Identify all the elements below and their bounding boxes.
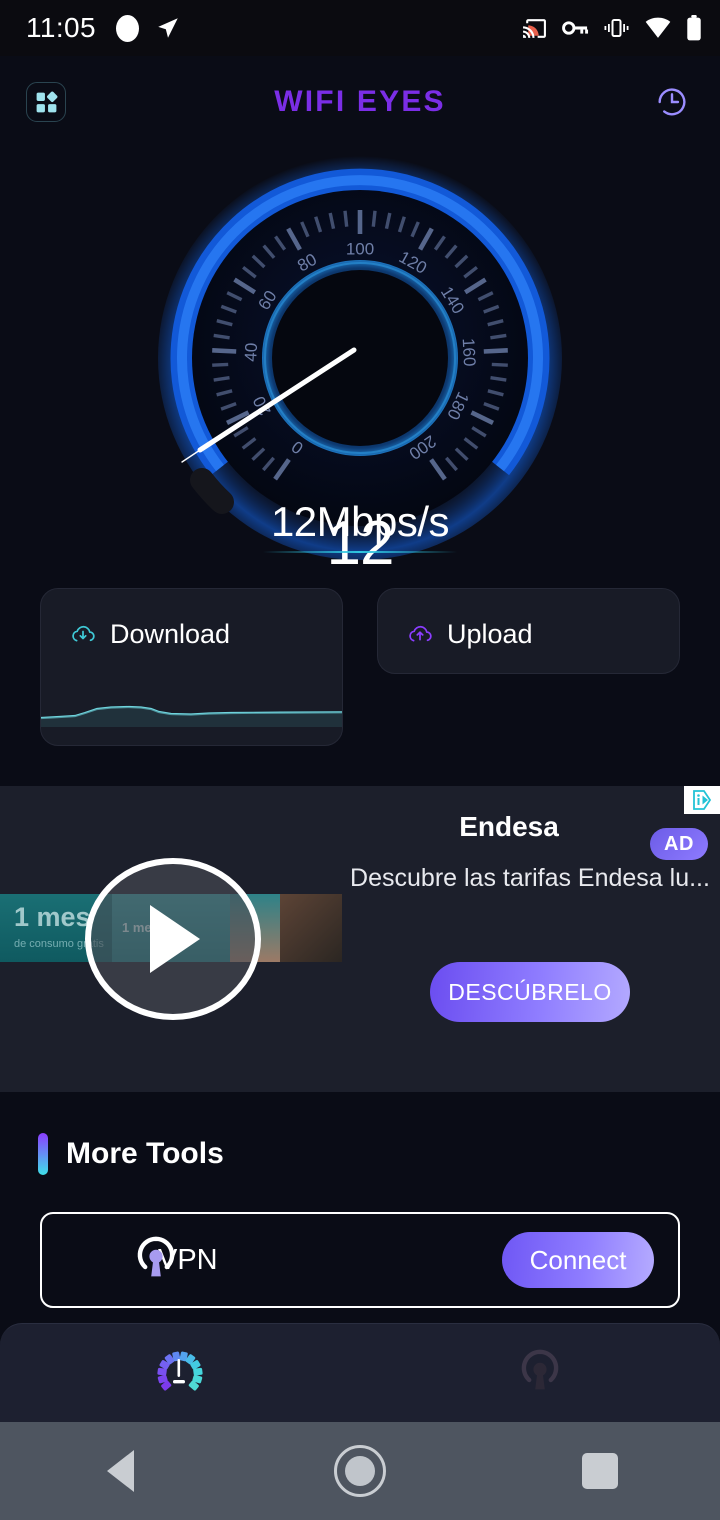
- android-navigation-bar: [0, 1422, 720, 1520]
- upload-label: Upload: [447, 619, 533, 649]
- more-tools-title: More Tools: [66, 1137, 224, 1170]
- nav-tab-speedtest[interactable]: [0, 1324, 360, 1422]
- bottom-navigation-bar: [0, 1323, 720, 1422]
- recents-button[interactable]: [480, 1453, 720, 1489]
- wifi-icon: [645, 17, 671, 38]
- app-bar: WIFI EYES: [0, 56, 720, 148]
- vpn-key-icon: [562, 21, 589, 35]
- svg-text:160: 160: [459, 338, 479, 367]
- cloud-upload-icon: [409, 625, 432, 641]
- gauge-unit-text: 12Mbps/s: [270, 498, 450, 545]
- status-bar-left-icons: [116, 14, 181, 42]
- cloud-download-icon: [72, 625, 95, 641]
- home-button[interactable]: [240, 1445, 480, 1497]
- more-tools-header: More Tools: [38, 1133, 224, 1175]
- svg-text:100: 100: [346, 239, 374, 258]
- openvpn-shield-icon: [521, 1349, 559, 1390]
- speed-cards-row: Download Upload: [0, 588, 720, 758]
- app-screen: 11:05 WIFI EYES 0 20 40 60 80 100 120 14…: [0, 0, 720, 1520]
- ad-thumb-headline: 1 mes: [14, 902, 91, 932]
- ad-advertiser-name: Endesa: [459, 811, 559, 842]
- download-label: Download: [110, 619, 231, 649]
- adchoices-icon[interactable]: [684, 786, 720, 814]
- battery-icon: [687, 15, 701, 41]
- gauge-unit-underline: [263, 551, 457, 553]
- back-button[interactable]: [0, 1450, 240, 1492]
- download-card[interactable]: Download: [40, 588, 343, 746]
- navigation-arrow-icon: [158, 18, 178, 38]
- status-bar-clock: 11:05: [26, 12, 96, 43]
- vibrate-icon: [604, 19, 629, 37]
- section-accent-bar: [38, 1133, 48, 1175]
- ad-text-column: AD Endesa Descubre las tarifas Endesa lu…: [344, 786, 720, 1092]
- upload-card[interactable]: Upload: [377, 588, 680, 674]
- openvpn-shield-icon: [137, 1236, 175, 1277]
- status-bar: 11:05: [0, 0, 720, 56]
- play-button-icon[interactable]: [85, 858, 261, 1020]
- page-title: WIFI EYES: [274, 85, 446, 118]
- ad-cta-button[interactable]: DESCÚBRELO: [430, 962, 630, 1022]
- nav-tab-vpn[interactable]: [360, 1324, 720, 1422]
- cast-icon: [523, 18, 546, 38]
- speedometer-icon: [157, 1351, 203, 1391]
- ad-description: Descubre las tarifas Endesa lu...: [350, 864, 710, 892]
- status-bar-right-icons: [521, 15, 702, 41]
- download-sparkline: [41, 705, 342, 727]
- record-dot-icon: [116, 14, 139, 42]
- svg-text:40: 40: [241, 342, 261, 362]
- vpn-connect-button[interactable]: Connect: [502, 1232, 654, 1288]
- tool-item-vpn[interactable]: VPN Connect: [40, 1212, 680, 1308]
